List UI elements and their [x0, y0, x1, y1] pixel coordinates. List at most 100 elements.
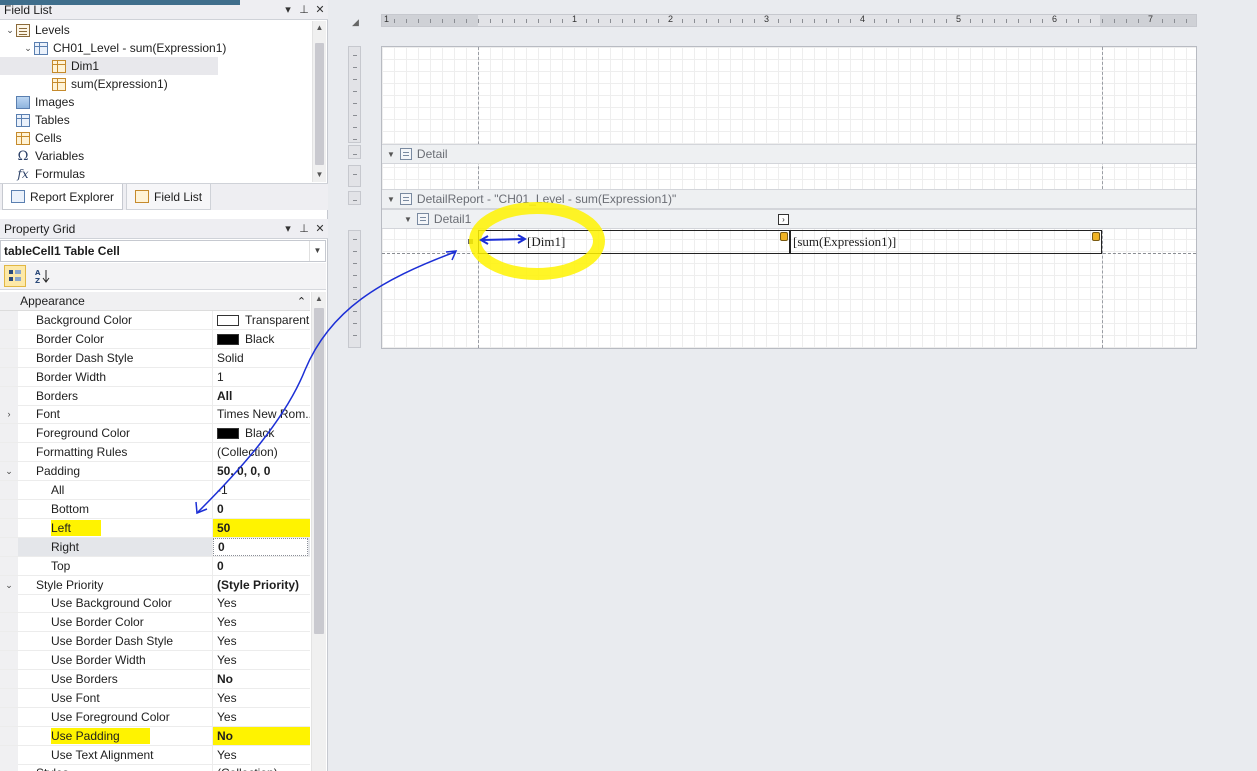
- close-icon[interactable]: ✕: [312, 3, 328, 16]
- object-selector[interactable]: tableCell1 Table Cell ▼: [0, 240, 326, 262]
- expand-chevron-icon[interactable]: ⌄: [22, 43, 34, 54]
- property-row-use-border-width[interactable]: Use Border Width Yes: [0, 651, 310, 670]
- property-row-use-border-dash-style[interactable]: Use Border Dash Style Yes: [0, 632, 310, 651]
- collapse-triangle-icon[interactable]: ▼: [387, 195, 395, 204]
- expand-chevron-icon[interactable]: ›: [0, 764, 18, 771]
- tree-item-dim1[interactable]: Dim1: [0, 57, 218, 75]
- report-page[interactable]: ▼ Detail ▼ DetailReport - "CH01_Level - …: [381, 46, 1197, 349]
- property-value-cell[interactable]: (Collection): [213, 443, 310, 461]
- close-icon[interactable]: ✕: [312, 222, 328, 235]
- property-value-cell[interactable]: 0: [213, 557, 310, 575]
- tab-report-explorer[interactable]: Report Explorer: [2, 184, 124, 210]
- chevron-down-icon[interactable]: ▼: [309, 241, 325, 261]
- property-value-cell[interactable]: 0: [213, 538, 308, 556]
- pin-icon[interactable]: ⊥: [296, 222, 312, 235]
- property-row-use-padding[interactable]: Use Padding No: [0, 727, 310, 746]
- property-value-cell[interactable]: 50: [213, 519, 310, 537]
- property-row-use-font[interactable]: Use Font Yes: [0, 689, 310, 708]
- scroll-thumb[interactable]: [314, 308, 324, 634]
- property-value-cell[interactable]: 50, 0, 0, 0: [213, 462, 310, 480]
- property-row-border-color[interactable]: Border Color Black: [0, 330, 310, 349]
- property-value-cell[interactable]: Transparent: [213, 311, 310, 329]
- collapse-triangle-icon[interactable]: ▼: [387, 150, 395, 159]
- property-value-cell[interactable]: Yes: [213, 651, 310, 669]
- table-cell-sum[interactable]: [sum(Expression1)]: [790, 230, 1102, 254]
- band-detail[interactable]: ▼ Detail: [382, 144, 1196, 164]
- property-value-cell[interactable]: Black: [213, 330, 310, 348]
- property-value-cell[interactable]: (Style Priority): [213, 576, 310, 594]
- property-row-use-text-alignment[interactable]: Use Text Alignment Yes: [0, 746, 310, 765]
- property-row-all[interactable]: All -1: [0, 481, 310, 500]
- property-value-cell[interactable]: Yes: [213, 708, 310, 726]
- property-row-font[interactable]: › Font Times New Rom...: [0, 405, 310, 424]
- property-value-cell[interactable]: 1: [213, 368, 310, 386]
- scroll-down-icon[interactable]: ▼: [313, 168, 326, 182]
- property-row-formatting-rules[interactable]: Formatting Rules (Collection): [0, 443, 310, 462]
- property-value-cell[interactable]: 0: [213, 500, 310, 518]
- property-value-cell[interactable]: -1: [213, 481, 310, 499]
- property-row-padding[interactable]: ⌄ Padding 50, 0, 0, 0: [0, 462, 310, 481]
- cell-handle-icon[interactable]: [780, 232, 788, 241]
- property-value-cell[interactable]: All: [213, 387, 310, 405]
- smart-tag-icon[interactable]: ›: [778, 214, 789, 225]
- property-row-use-border-color[interactable]: Use Border Color Yes: [0, 613, 310, 632]
- field-list-scrollbar[interactable]: ▲ ▼: [312, 21, 326, 182]
- property-value-cell[interactable]: No: [213, 670, 310, 688]
- cell-handle-icon[interactable]: [1092, 232, 1100, 241]
- property-row-appearance[interactable]: Appearance ⌃: [0, 292, 310, 311]
- tree-item-sum-expression1[interactable]: sum(Expression1): [0, 75, 312, 93]
- property-value-cell[interactable]: Solid: [213, 349, 310, 367]
- tree-item-ch01-level-sum-expression1[interactable]: ⌄ CH01_Level - sum(Expression1): [0, 39, 312, 57]
- expand-chevron-icon[interactable]: ⌄: [0, 576, 18, 594]
- scroll-thumb[interactable]: [315, 43, 324, 165]
- pin-icon[interactable]: ⊥: [296, 3, 312, 16]
- tree-item-tables[interactable]: Tables: [0, 111, 312, 129]
- property-value-cell[interactable]: Yes: [213, 689, 310, 707]
- property-grid[interactable]: Appearance ⌃ Background Color Transparent Bo…: [0, 292, 310, 771]
- property-row-right[interactable]: Right 0: [0, 538, 310, 557]
- property-row-style-priority[interactable]: ⌄ Style Priority (Style Priority): [0, 576, 310, 595]
- property-row-background-color[interactable]: Background Color Transparent: [0, 311, 310, 330]
- categorized-view-button[interactable]: [4, 265, 26, 287]
- property-value-cell[interactable]: Yes: [213, 746, 310, 764]
- property-value-cell[interactable]: Times New Rom...: [213, 405, 310, 423]
- property-row-bottom[interactable]: Bottom 0: [0, 500, 310, 519]
- tree-item-formulas[interactable]: fx Formulas: [0, 165, 312, 182]
- expand-chevron-icon[interactable]: ⌄: [4, 25, 16, 36]
- property-value-cell[interactable]: Yes: [213, 613, 310, 631]
- dropdown-icon[interactable]: ▾: [280, 222, 296, 235]
- property-row-left[interactable]: Left 50: [0, 519, 310, 538]
- property-value-cell[interactable]: Yes: [213, 632, 310, 650]
- band-detail1[interactable]: ▼ Detail1: [382, 209, 1196, 229]
- expand-chevron-icon[interactable]: ⌄: [0, 462, 18, 480]
- property-row-use-borders[interactable]: Use Borders No: [0, 670, 310, 689]
- property-row-foreground-color[interactable]: Foreground Color Black: [0, 424, 310, 443]
- collapse-chevron-icon[interactable]: ⌃: [293, 295, 310, 308]
- property-row-border-width[interactable]: Border Width 1: [0, 368, 310, 387]
- tree-item-images[interactable]: Images: [0, 93, 312, 111]
- tab-field-list[interactable]: Field List: [126, 184, 212, 210]
- table-cell-dim1[interactable]: [Dim1]: [478, 230, 790, 254]
- band-detail-report[interactable]: ▼ DetailReport - "CH01_Level - sum(Expre…: [382, 189, 1196, 209]
- property-row-use-background-color[interactable]: Use Background Color Yes: [0, 594, 310, 613]
- tree-item-cells[interactable]: Cells: [0, 129, 312, 147]
- property-row-border-dash-style[interactable]: Border Dash Style Solid: [0, 349, 310, 368]
- collapse-triangle-icon[interactable]: ▼: [404, 215, 412, 224]
- field-list-tree[interactable]: ⌄ Levels ⌄ CH01_Level - sum(Expression1) Dim…: [0, 21, 312, 182]
- property-row-styles[interactable]: › Styles (Collection): [0, 764, 310, 771]
- property-row-use-foreground-color[interactable]: Use Foreground Color Yes: [0, 708, 310, 727]
- expand-chevron-icon[interactable]: ›: [0, 405, 18, 423]
- scroll-up-icon[interactable]: ▲: [313, 21, 326, 35]
- property-grid-scrollbar[interactable]: ▲: [311, 292, 326, 771]
- property-value-cell[interactable]: No: [213, 727, 310, 745]
- property-value-cell[interactable]: (Collection): [213, 764, 310, 771]
- table-select-handle[interactable]: [468, 239, 473, 244]
- property-value-cell[interactable]: Yes: [213, 594, 310, 612]
- scroll-up-icon[interactable]: ▲: [312, 292, 326, 306]
- property-row-borders[interactable]: Borders All: [0, 387, 310, 406]
- dropdown-icon[interactable]: ▾: [280, 3, 296, 16]
- tree-item-levels[interactable]: ⌄ Levels: [0, 21, 312, 39]
- tree-item-variables[interactable]: Ω Variables: [0, 147, 312, 165]
- alphabetical-sort-button[interactable]: A Z: [31, 265, 53, 287]
- property-row-top[interactable]: Top 0: [0, 557, 310, 576]
